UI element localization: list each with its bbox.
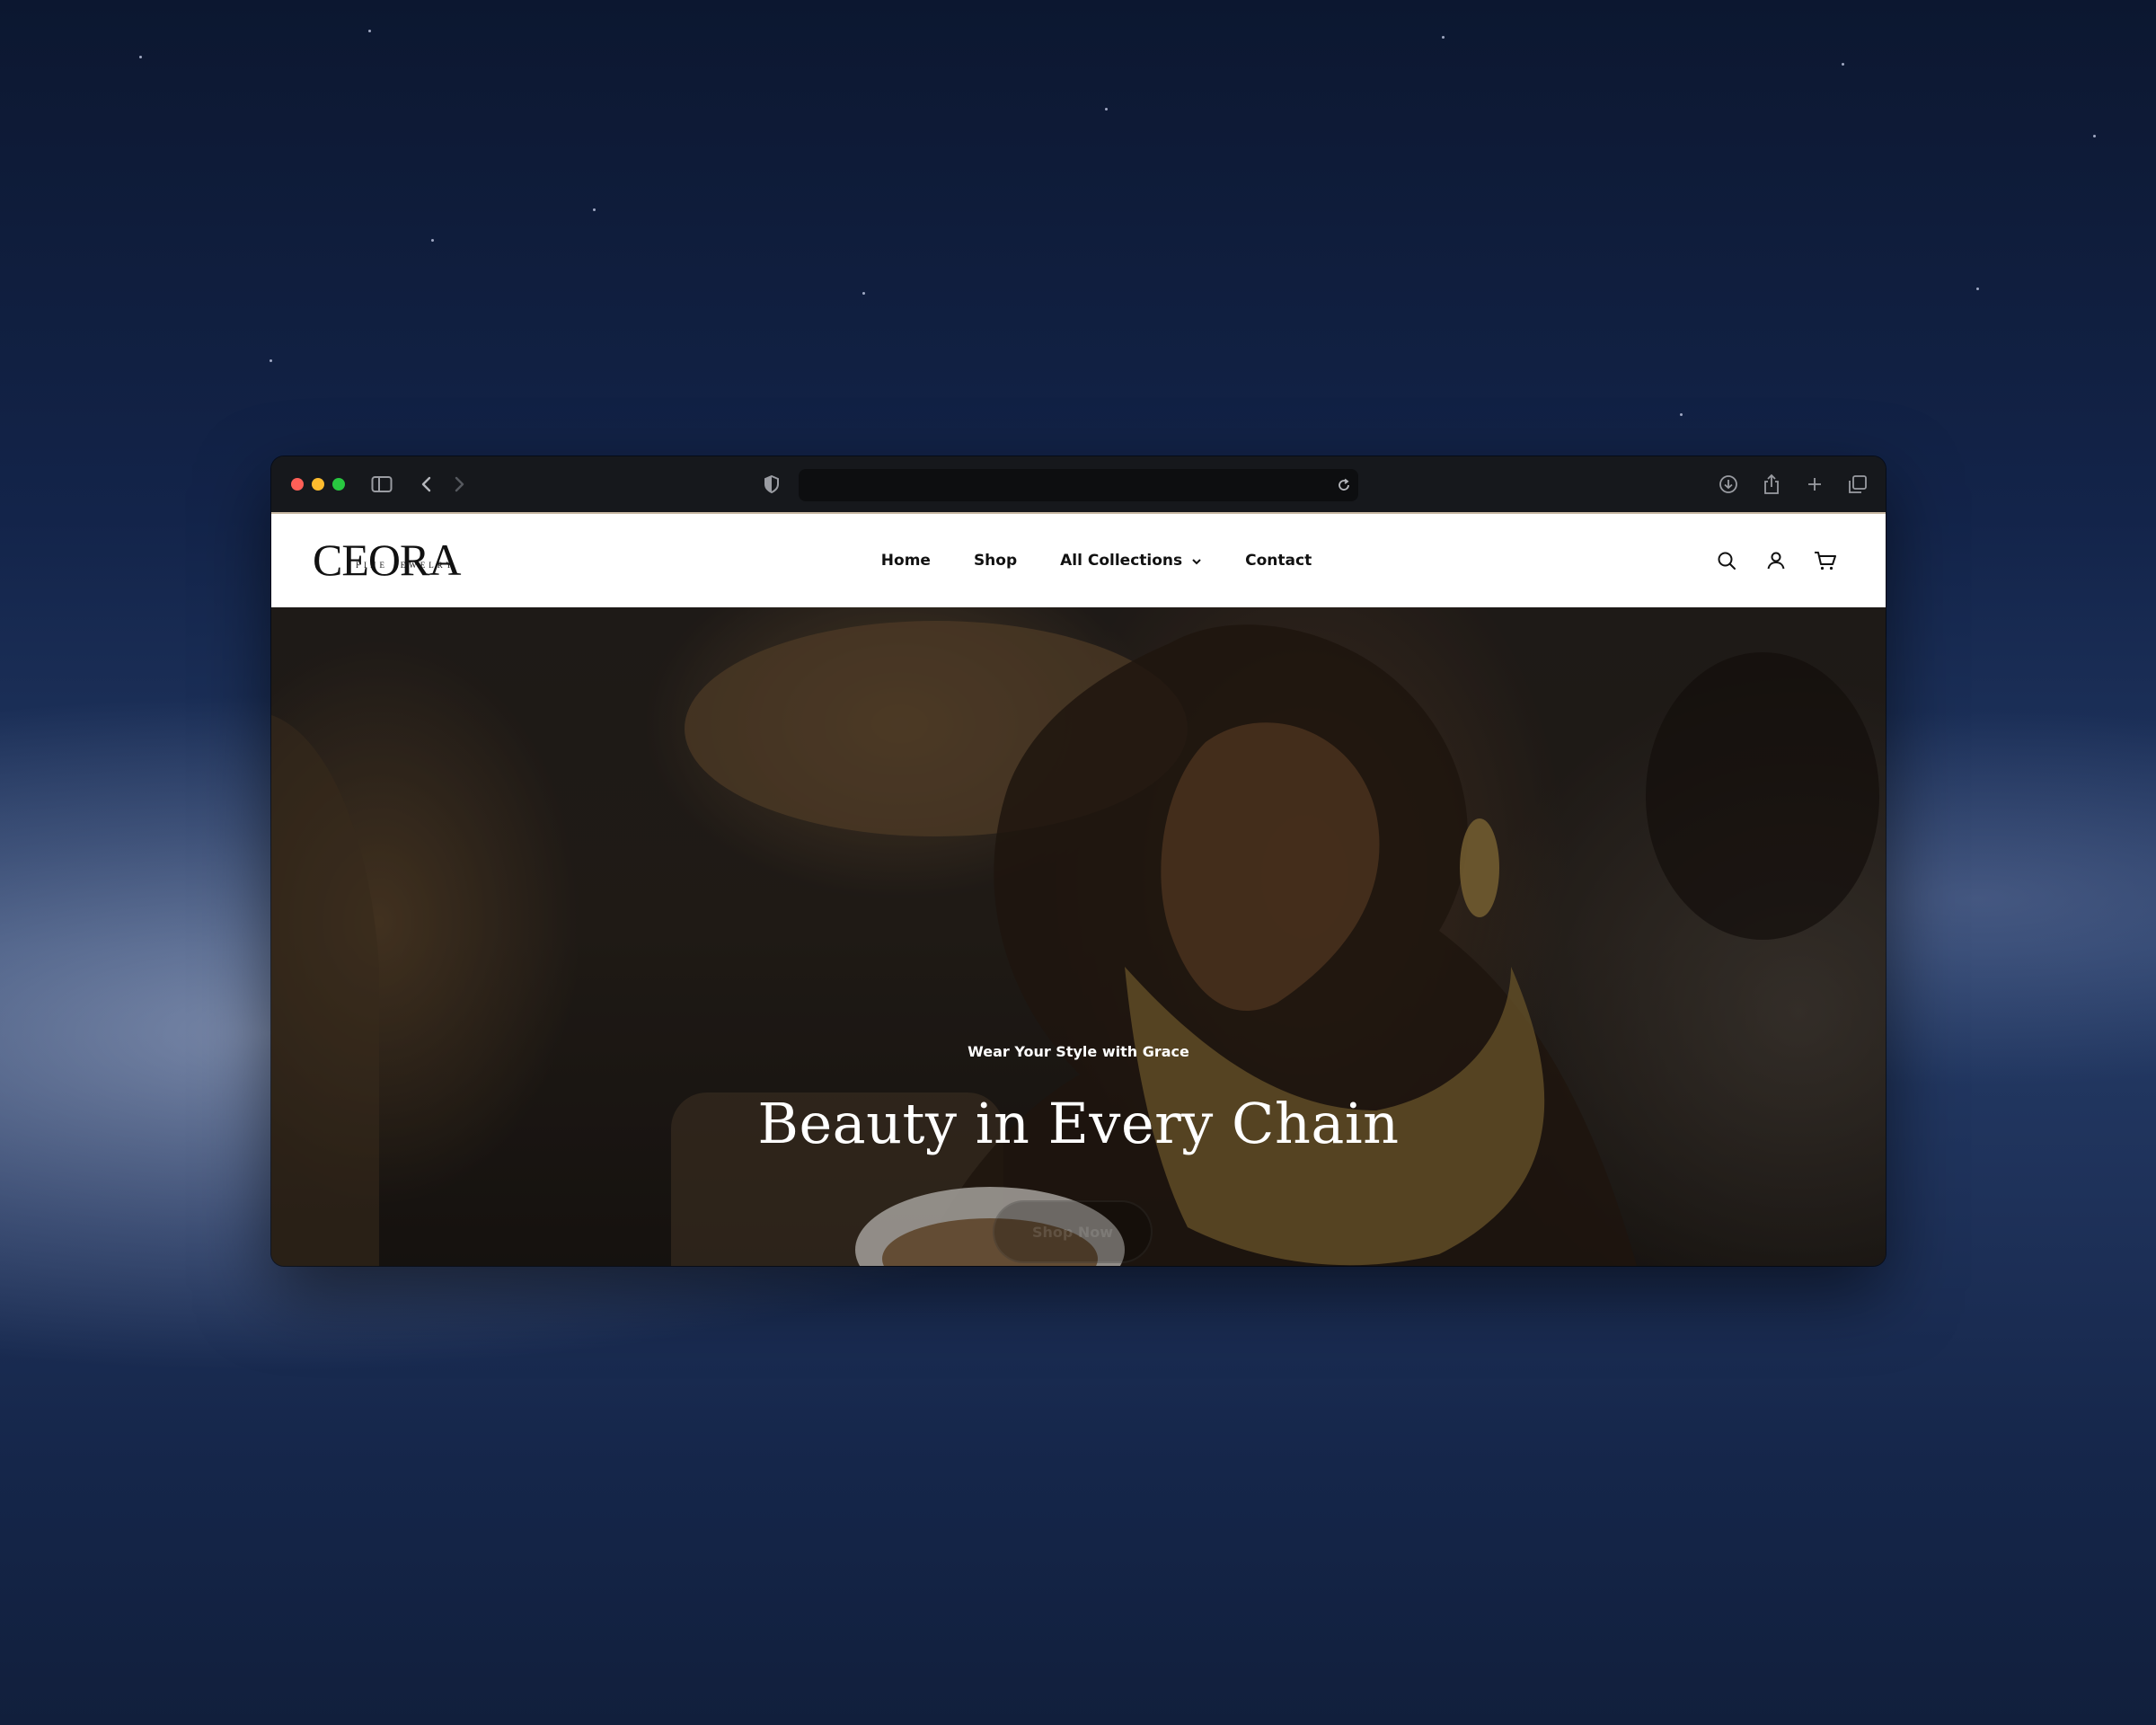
- shop-now-button[interactable]: Shop Now: [993, 1200, 1153, 1263]
- tab-overview-icon[interactable]: [1846, 473, 1869, 496]
- back-icon[interactable]: [415, 473, 438, 496]
- nav-home-label: Home: [880, 552, 931, 570]
- downloads-icon[interactable]: [1717, 473, 1740, 496]
- new-tab-icon[interactable]: [1803, 473, 1826, 496]
- reload-icon[interactable]: [1335, 476, 1353, 494]
- privacy-shield-icon[interactable]: [760, 473, 783, 496]
- address-bar[interactable]: [799, 469, 1358, 501]
- hero-title: Beauty in Every Chain: [757, 1091, 1400, 1156]
- sidebar-toggle-icon[interactable]: [370, 473, 393, 496]
- nav-shop[interactable]: Shop: [974, 552, 1017, 570]
- nav-all-collections-label: All Collections: [1060, 552, 1183, 570]
- hero-overlay: [271, 607, 1886, 1266]
- close-window-button[interactable]: [291, 478, 304, 491]
- browser-window: CEORA FINE JEWELRY Home Shop All Collect…: [271, 456, 1886, 1266]
- nav-home[interactable]: Home: [881, 552, 931, 570]
- forward-icon[interactable]: [447, 473, 471, 496]
- nav-all-collections[interactable]: All Collections: [1060, 552, 1202, 570]
- account-icon[interactable]: [1763, 548, 1789, 573]
- zoom-window-button[interactable]: [332, 478, 345, 491]
- hero-subtitle: Wear Your Style with Grace: [968, 1043, 1189, 1060]
- hero-banner: Wear Your Style with Grace Beauty in Eve…: [271, 607, 1886, 1266]
- site-header: CEORA FINE JEWELRY Home Shop All Collect…: [271, 514, 1886, 607]
- cart-icon[interactable]: [1813, 548, 1838, 573]
- main-nav: Home Shop All Collections Contact: [271, 514, 1886, 607]
- minimize-window-button[interactable]: [312, 478, 324, 491]
- nav-shop-label: Shop: [973, 552, 1018, 570]
- nav-contact[interactable]: Contact: [1245, 552, 1312, 570]
- webpage-viewport: CEORA FINE JEWELRY Home Shop All Collect…: [271, 514, 1886, 1266]
- nav-contact-label: Contact: [1245, 552, 1312, 570]
- search-icon[interactable]: [1714, 548, 1739, 573]
- chevron-down-icon: [1191, 552, 1202, 570]
- browser-toolbar: [271, 456, 1886, 514]
- share-icon[interactable]: [1760, 473, 1783, 496]
